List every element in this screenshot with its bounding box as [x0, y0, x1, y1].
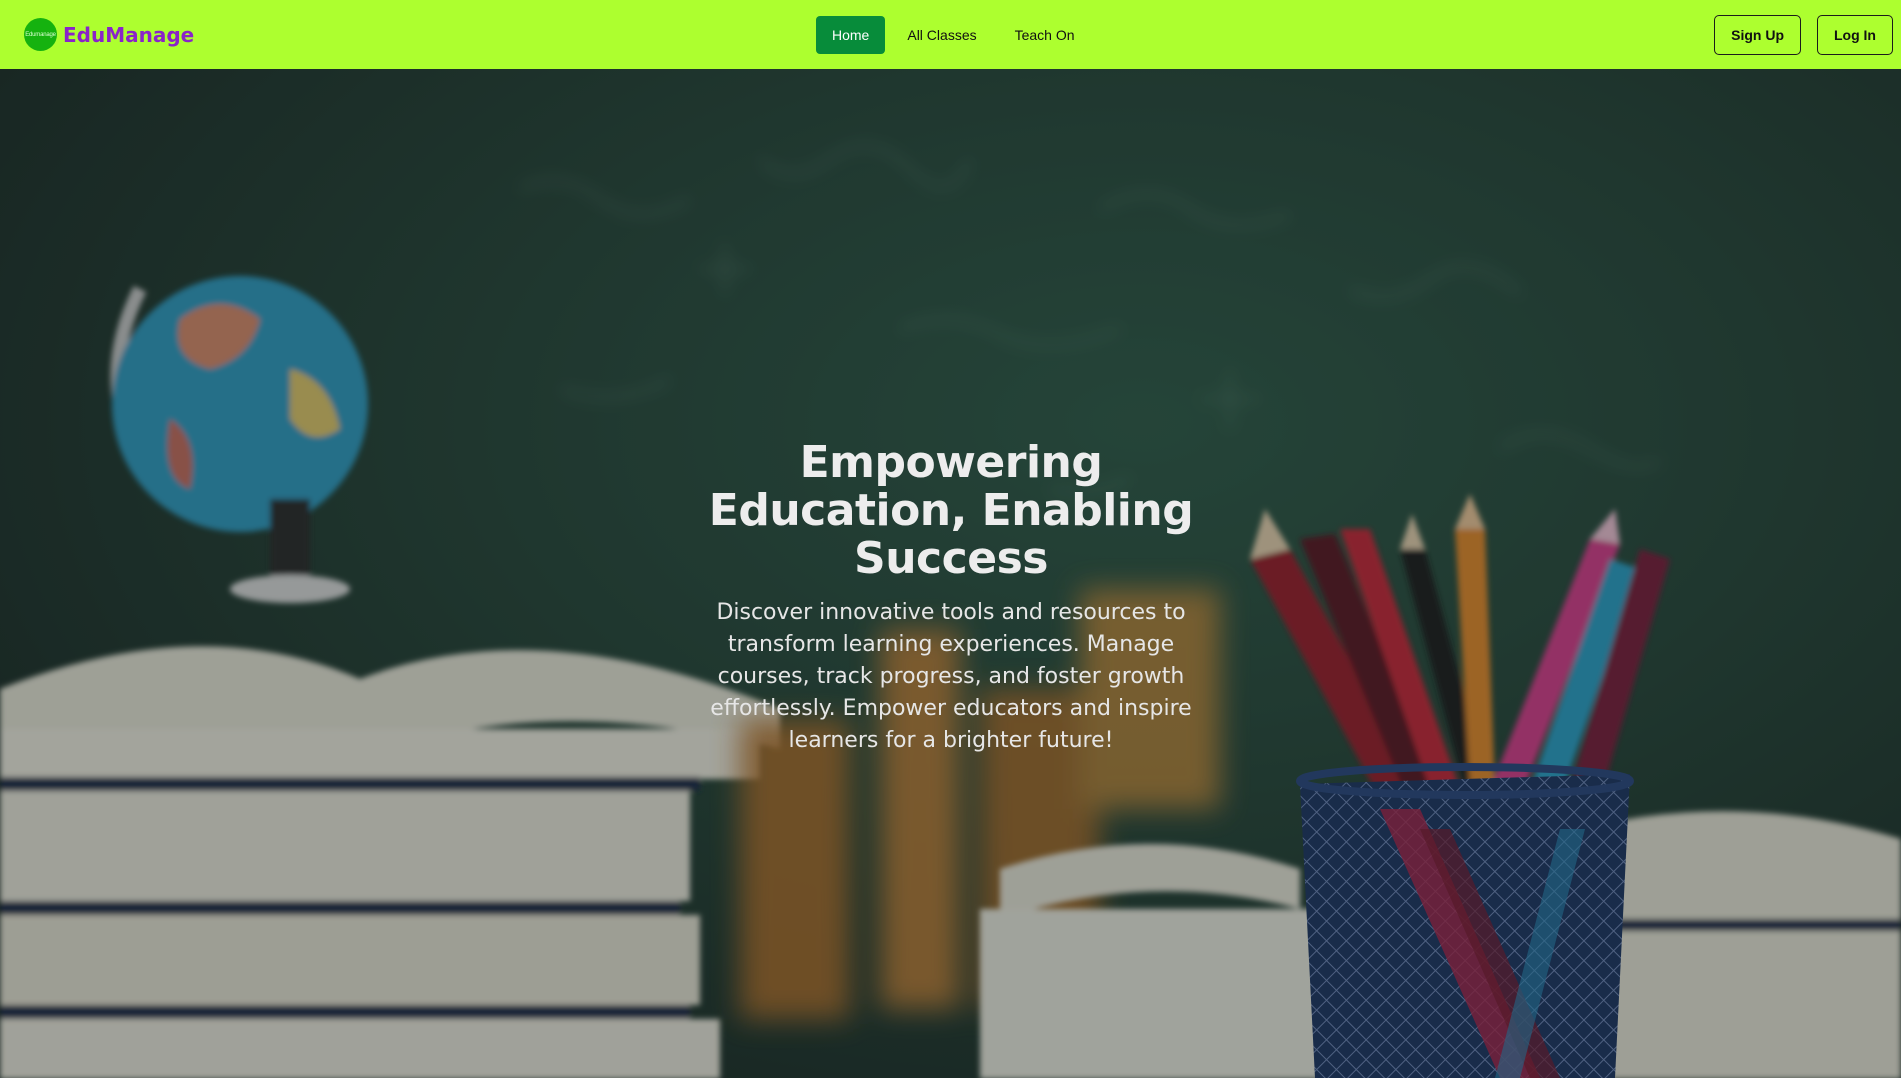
top-navbar: Edumanage EduManage Home All Classes Tea…: [0, 0, 1901, 69]
nav-item-all-classes[interactable]: All Classes: [891, 16, 992, 54]
hero-banner: Empowering Education, Enabling Success D…: [0, 69, 1901, 1078]
brand-name: EduManage: [63, 22, 195, 47]
brand-logo: Edumanage: [24, 18, 57, 51]
brand[interactable]: Edumanage EduManage: [24, 18, 194, 51]
hero-content: Empowering Education, Enabling Success D…: [700, 439, 1202, 757]
nav-item-home[interactable]: Home: [816, 16, 886, 54]
hero-description: Discover innovative tools and resources …: [710, 600, 1192, 753]
sign-up-button[interactable]: Sign Up: [1714, 15, 1801, 55]
auth-buttons: Sign Up Log In: [1714, 15, 1893, 55]
brand-logo-text: Edumanage: [25, 31, 56, 38]
log-in-button[interactable]: Log In: [1817, 15, 1893, 55]
hero-title: Empowering Education, Enabling Success: [708, 437, 1194, 584]
main-nav: Home All Classes Teach On: [816, 16, 1091, 54]
nav-item-teach-on[interactable]: Teach On: [999, 16, 1091, 54]
